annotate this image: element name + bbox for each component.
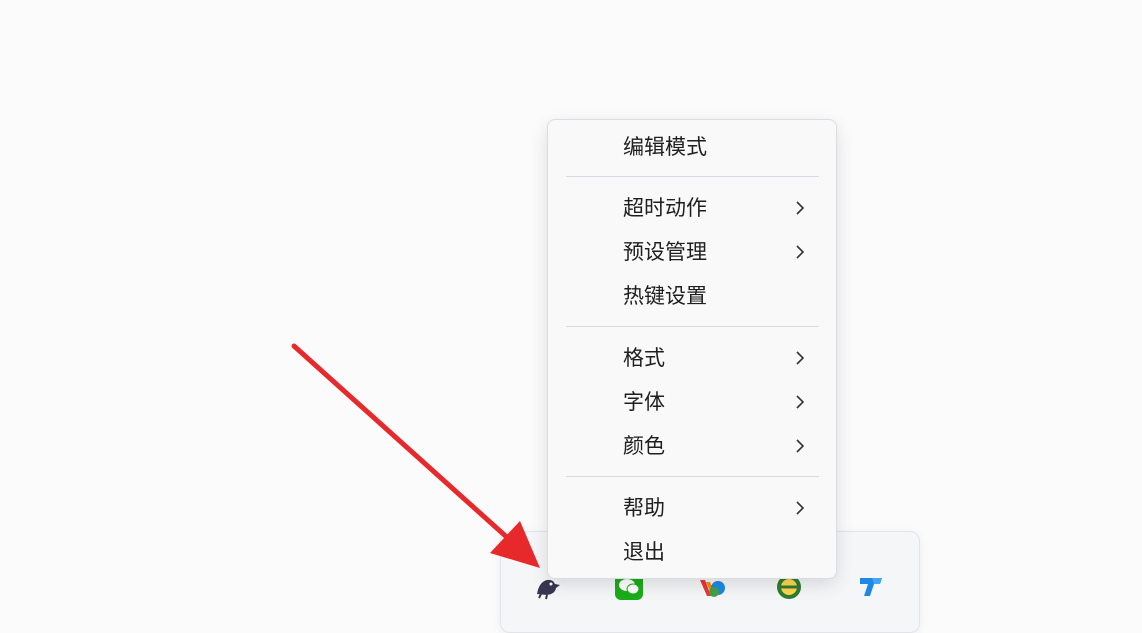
menu-item-label: 字体 xyxy=(623,390,665,414)
menu-item-help[interactable]: 帮助 xyxy=(548,489,836,527)
menu-item-preset-management[interactable]: 预设管理 xyxy=(548,233,836,271)
menu-item-label: 热键设置 xyxy=(623,284,707,308)
blue-t-app-icon[interactable] xyxy=(856,572,886,600)
menu-item-label: 超时动作 xyxy=(623,196,707,220)
menu-separator xyxy=(566,326,819,327)
context-menu: 编辑模式 超时动作 预设管理 热键设置 格式 字体 颜色 帮助 退出 xyxy=(547,119,837,579)
menu-item-label: 编辑模式 xyxy=(623,135,707,159)
menu-item-format[interactable]: 格式 xyxy=(548,339,836,377)
chevron-right-icon xyxy=(796,439,805,453)
menu-item-label: 预设管理 xyxy=(623,240,707,264)
menu-separator xyxy=(566,176,819,177)
menu-item-color[interactable]: 颜色 xyxy=(548,427,836,465)
menu-item-hotkey-settings[interactable]: 热键设置 xyxy=(548,277,836,315)
menu-item-label: 帮助 xyxy=(623,496,665,520)
menu-item-label: 格式 xyxy=(623,346,665,370)
chevron-right-icon xyxy=(796,501,805,515)
menu-item-label: 颜色 xyxy=(623,434,665,458)
menu-item-timeout-action[interactable]: 超时动作 xyxy=(548,189,836,227)
menu-item-label: 退出 xyxy=(623,540,665,564)
chevron-right-icon xyxy=(796,201,805,215)
chevron-right-icon xyxy=(796,395,805,409)
chevron-right-icon xyxy=(796,245,805,259)
chevron-right-icon xyxy=(796,351,805,365)
menu-item-font[interactable]: 字体 xyxy=(548,383,836,421)
menu-item-edit-mode[interactable]: 编辑模式 xyxy=(548,128,836,166)
menu-item-exit[interactable]: 退出 xyxy=(548,533,836,571)
menu-separator xyxy=(566,476,819,477)
